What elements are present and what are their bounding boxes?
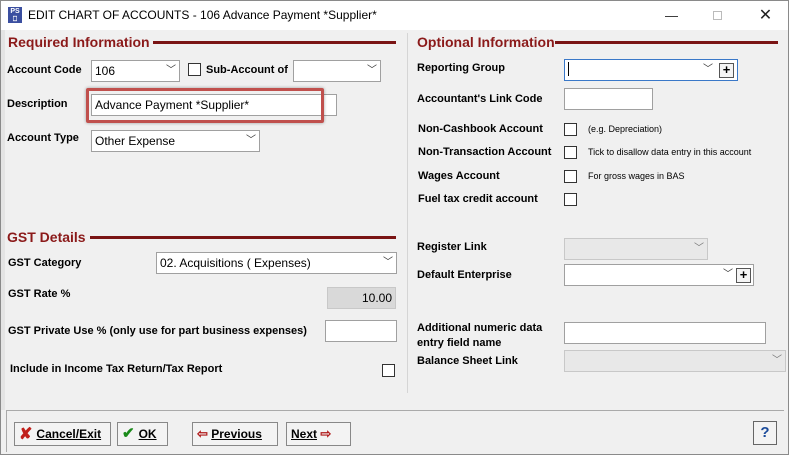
non-transaction-checkbox[interactable] — [564, 146, 577, 159]
sub-account-checkbox[interactable] — [188, 63, 201, 76]
red-x-icon: ✘ — [19, 426, 33, 443]
description-input[interactable]: Advance Payment *Supplier* — [91, 94, 337, 116]
balance-sheet-link-select: ﹀ — [564, 350, 786, 372]
chevron-down-icon: ﹀ — [166, 65, 176, 76]
account-type-value: Other Expense — [95, 134, 176, 148]
include-income-tax-checkbox[interactable] — [382, 364, 395, 377]
gst-category-label: GST Category — [8, 257, 82, 269]
chevron-down-icon: ﹀ — [772, 355, 782, 366]
description-value: Advance Payment *Supplier* — [95, 98, 250, 112]
description-label: Description — [7, 98, 68, 110]
plus-icon: + — [722, 62, 731, 77]
reporting-group-select[interactable]: ﹀ + — [564, 59, 738, 81]
required-info-title: Required Information — [8, 34, 150, 50]
help-icon: ? — [760, 424, 770, 441]
gst-rate-value: 10.00 — [361, 291, 392, 305]
non-cashbook-label: Non-Cashbook Account — [418, 123, 543, 135]
sub-account-label: Sub-Account of — [206, 64, 288, 76]
title-bar: PS ⎕ EDIT CHART OF ACCOUNTS - 106 Advance… — [1, 1, 788, 30]
right-arrow-icon: ⇨ — [320, 426, 332, 441]
previous-label: Previous — [211, 427, 262, 441]
account-code-select[interactable]: 106 ﹀ — [91, 60, 180, 82]
maximize-icon — [713, 11, 722, 20]
fuel-tax-credit-checkbox[interactable] — [564, 193, 577, 206]
sub-account-select[interactable]: ﹀ — [293, 60, 381, 82]
next-label: Next — [291, 427, 318, 441]
edit-chart-of-accounts-window: PS ⎕ EDIT CHART OF ACCOUNTS - 106 Advance… — [0, 0, 789, 455]
default-enterprise-select[interactable]: ﹀ + — [564, 264, 754, 286]
include-income-tax-label: Include in Income Tax Return/Tax Report — [10, 363, 223, 375]
additional-field-label-line1: Additional numeric data — [417, 322, 543, 334]
minimize-icon: — — [665, 8, 678, 23]
optional-info-rule — [555, 41, 778, 44]
chevron-down-icon: ﹀ — [694, 243, 704, 254]
wages-account-checkbox[interactable] — [564, 170, 577, 183]
gst-category-value: 02. Acquisitions ( Expenses) — [160, 256, 311, 270]
account-type-label: Account Type — [7, 132, 79, 144]
gst-category-select[interactable]: 02. Acquisitions ( Expenses) ﹀ — [156, 252, 397, 274]
previous-button[interactable]: ⇦ Previous — [192, 422, 278, 446]
additional-field-label-line2: entry field name — [417, 337, 502, 349]
gst-rate-label: GST Rate % — [8, 288, 71, 300]
cancel-exit-label: Cancel/Exit — [36, 427, 102, 441]
window-title: EDIT CHART OF ACCOUNTS - 106 Advance Pay… — [28, 8, 377, 22]
account-code-value: 106 — [95, 64, 116, 78]
close-button[interactable]: ✕ — [743, 1, 788, 30]
chevron-down-icon: ﹀ — [383, 257, 393, 268]
required-info-rule — [153, 41, 396, 44]
non-transaction-label: Non-Transaction Account — [418, 146, 552, 158]
account-type-select[interactable]: Other Expense ﹀ — [91, 130, 260, 152]
add-reporting-group-button[interactable]: + — [719, 63, 734, 78]
non-cashbook-checkbox[interactable] — [564, 123, 577, 136]
left-arrow-icon: ⇦ — [197, 426, 208, 441]
gst-rate-field: 10.00 — [327, 287, 396, 309]
wages-account-hint: For gross wages in BAS — [588, 171, 685, 181]
minimize-button[interactable]: — — [649, 1, 694, 30]
balance-sheet-link-label: Balance Sheet Link — [417, 355, 518, 367]
green-check-icon: ✔ — [122, 425, 135, 442]
chevron-down-icon: ﹀ — [367, 65, 377, 76]
plus-icon: + — [739, 267, 748, 282]
maximize-button — [695, 1, 740, 30]
gst-details-rule — [90, 236, 396, 239]
optional-info-title: Optional Information — [417, 34, 555, 50]
chevron-down-icon: ﹀ — [703, 64, 713, 75]
account-code-label: Account Code — [7, 64, 82, 76]
chevron-down-icon: ﹀ — [723, 269, 733, 280]
left-edge-strip — [1, 30, 5, 410]
reporting-group-label: Reporting Group — [417, 62, 505, 74]
gst-details-title: GST Details — [7, 229, 86, 245]
fuel-tax-credit-label: Fuel tax credit account — [418, 193, 538, 205]
register-link-label: Register Link — [417, 241, 487, 253]
additional-field-input[interactable] — [564, 322, 766, 344]
chevron-down-icon: ﹀ — [246, 135, 256, 146]
next-button[interactable]: Next ⇨ — [286, 422, 351, 446]
app-icon: PS ⎕ — [8, 7, 22, 23]
default-enterprise-label: Default Enterprise — [417, 269, 512, 281]
close-icon: ✕ — [758, 7, 773, 24]
ok-label: OK — [138, 427, 157, 441]
wages-account-label: Wages Account — [418, 170, 500, 182]
ok-button[interactable]: ✔ OK — [117, 422, 168, 446]
add-enterprise-button[interactable]: + — [736, 268, 751, 283]
register-link-select: ﹀ — [564, 238, 708, 260]
text-cursor — [568, 62, 569, 76]
non-transaction-hint: Tick to disallow data entry in this acco… — [588, 147, 752, 157]
help-button[interactable]: ? — [753, 421, 777, 445]
non-cashbook-hint: (e.g. Depreciation) — [588, 124, 663, 134]
gst-private-use-input[interactable] — [325, 320, 397, 342]
cancel-exit-button[interactable]: ✘ Cancel/Exit — [14, 422, 111, 446]
accountant-link-input[interactable] — [564, 88, 653, 110]
panel-divider — [407, 33, 408, 393]
accountant-link-label: Accountant's Link Code — [417, 93, 543, 105]
gst-private-use-label: GST Private Use % (only use for part bus… — [8, 325, 307, 337]
